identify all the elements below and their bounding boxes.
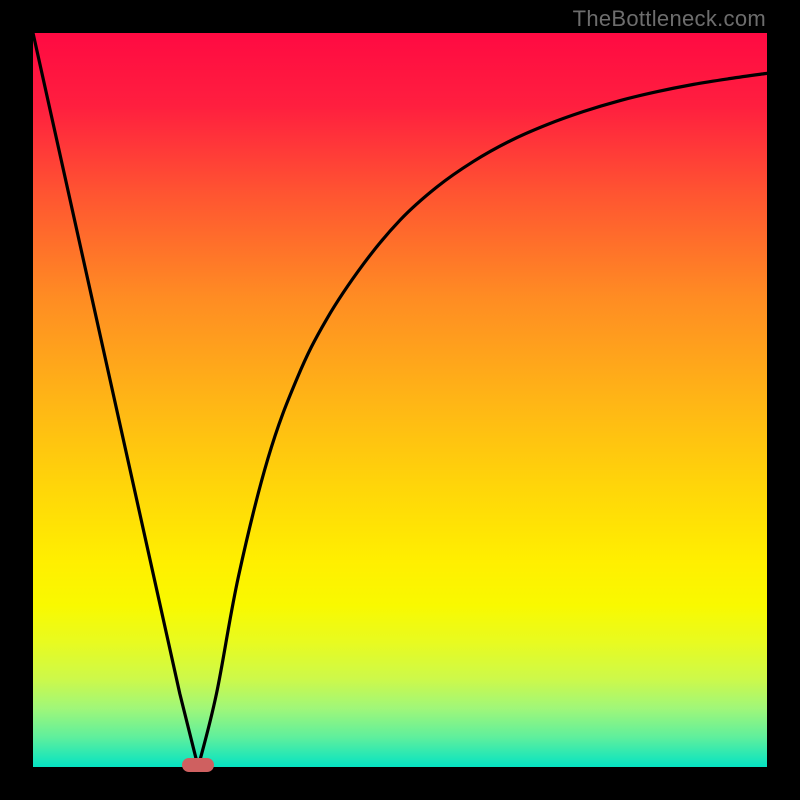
watermark-text: TheBottleneck.com <box>573 6 766 32</box>
minimum-marker <box>182 758 214 772</box>
chart-frame: TheBottleneck.com <box>0 0 800 800</box>
bottleneck-curve <box>33 33 767 767</box>
plot-area <box>33 33 767 767</box>
